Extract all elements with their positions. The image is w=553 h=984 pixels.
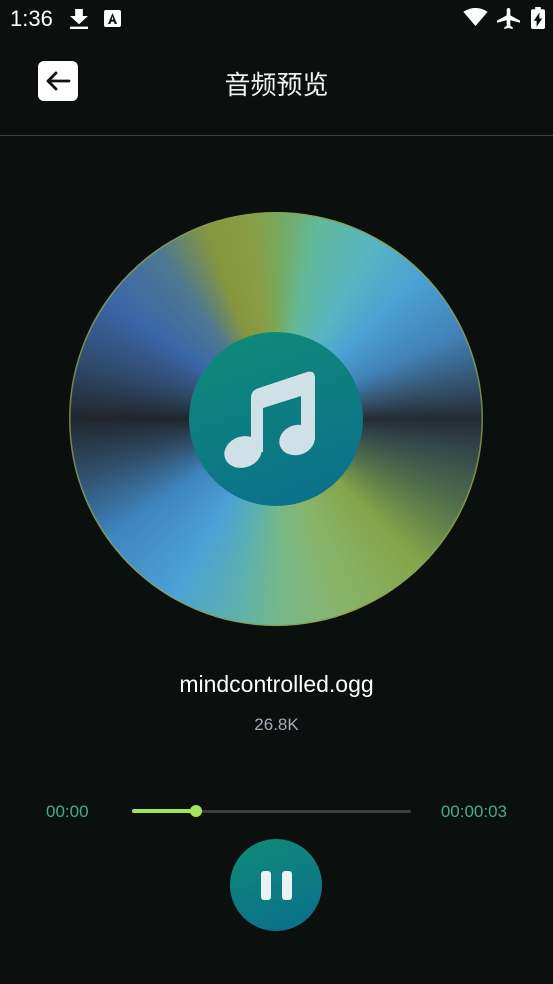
status-time: 1:36 <box>10 6 53 31</box>
disc-center <box>189 332 363 506</box>
current-time: 00:00 <box>46 802 89 821</box>
download-icon <box>70 9 88 29</box>
file-size: 26.8K <box>254 715 299 734</box>
status-bar: 1:36 <box>0 0 553 38</box>
battery-charging-icon <box>531 7 545 29</box>
wifi-icon <box>463 8 488 26</box>
total-time: 00:00:03 <box>440 802 507 821</box>
music-note-icon <box>224 371 315 468</box>
page-title: 音频预览 <box>224 71 329 101</box>
progress-slider[interactable] <box>126 798 417 824</box>
pause-icon <box>261 871 292 900</box>
airplane-mode-icon <box>497 8 520 29</box>
file-name: mindcontrolled.ogg <box>179 671 374 697</box>
text-a-icon <box>104 10 121 27</box>
pause-bar-right <box>282 871 292 900</box>
header-divider <box>0 135 553 136</box>
pause-button[interactable] <box>230 839 322 931</box>
album-disc <box>69 212 483 626</box>
pause-bar-left <box>261 871 271 900</box>
progress-track[interactable] <box>132 805 411 817</box>
progress-fill <box>132 809 197 813</box>
progress-thumb[interactable] <box>190 805 203 817</box>
